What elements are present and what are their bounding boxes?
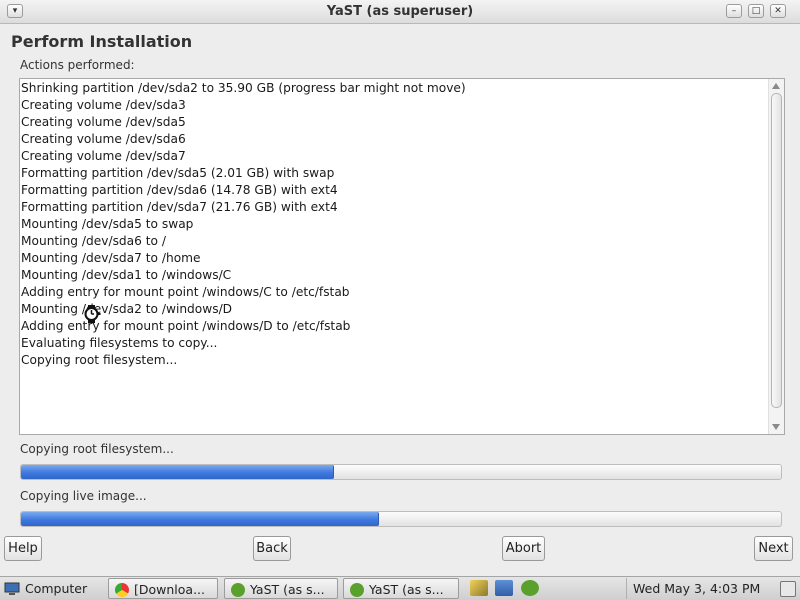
log-line: Creating volume /dev/sda3 bbox=[21, 98, 186, 112]
page-title: Perform Installation bbox=[11, 32, 193, 51]
taskbar-item-label: YaST (as s... bbox=[250, 582, 325, 597]
log-scrollbar[interactable] bbox=[768, 79, 784, 434]
current-progress-label: Copying root filesystem... bbox=[20, 442, 174, 456]
window-title: YaST (as superuser) bbox=[326, 4, 474, 19]
log-line: Evaluating filesystems to copy... bbox=[21, 336, 218, 350]
scroll-up-arrow-icon[interactable] bbox=[772, 83, 780, 89]
abort-button[interactable]: Abort bbox=[502, 536, 545, 561]
taskbar-item-yast-2[interactable]: YaST (as s... bbox=[343, 578, 459, 599]
computer-icon bbox=[4, 582, 20, 595]
log-line: Creating volume /dev/sda6 bbox=[21, 132, 186, 146]
taskbar-item-label: YaST (as s... bbox=[369, 582, 444, 597]
scroll-thumb[interactable] bbox=[771, 93, 782, 408]
window-titlebar: ▾ YaST (as superuser) – □ ✕ bbox=[0, 0, 800, 24]
taskbar-item-label: [Downloa... bbox=[134, 582, 205, 597]
log-line: Mounting /dev/sda1 to /windows/C bbox=[21, 268, 232, 282]
log-line: Formatting partition /dev/sda7 (21.76 GB… bbox=[21, 200, 338, 214]
log-line: Mounting /dev/sda7 to /home bbox=[21, 251, 201, 265]
current-progress-bar bbox=[20, 464, 782, 480]
log-line: Copying root filesystem... bbox=[21, 353, 178, 367]
maximize-button[interactable]: □ bbox=[748, 4, 764, 18]
tray-updater-icon[interactable] bbox=[521, 580, 539, 596]
chrome-icon bbox=[115, 583, 129, 597]
log-lines: Shrinking partition /dev/sda2 to 35.90 G… bbox=[21, 80, 466, 369]
log-line: Adding entry for mount point /windows/C … bbox=[21, 285, 350, 299]
log-line: Formatting partition /dev/sda5 (2.01 GB)… bbox=[21, 166, 335, 180]
tray-network-icon[interactable] bbox=[495, 580, 513, 596]
overall-progress-label: Copying live image... bbox=[20, 489, 147, 503]
actions-log[interactable]: Shrinking partition /dev/sda2 to 35.90 G… bbox=[19, 78, 785, 435]
taskbar-item-downloads[interactable]: [Downloa... bbox=[108, 578, 218, 599]
yast-chameleon-icon bbox=[350, 583, 364, 597]
taskbar: Computer [Downloa... YaST (as s... YaST … bbox=[0, 576, 800, 600]
close-button[interactable]: ✕ bbox=[770, 4, 786, 18]
log-line: Formatting partition /dev/sda6 (14.78 GB… bbox=[21, 183, 338, 197]
back-button[interactable]: Back bbox=[253, 536, 291, 561]
log-line: Mounting /dev/sda5 to swap bbox=[21, 217, 194, 231]
log-line: Mounting /dev/sda6 to / bbox=[21, 234, 166, 248]
log-line: Creating volume /dev/sda5 bbox=[21, 115, 186, 129]
yast-chameleon-icon bbox=[231, 583, 245, 597]
clock[interactable]: Wed May 3, 4:03 PM bbox=[626, 578, 760, 599]
current-progress-fill bbox=[21, 465, 334, 479]
tray-display-icon[interactable] bbox=[470, 580, 488, 596]
actions-label: Actions performed: bbox=[20, 58, 135, 72]
overall-progress-bar bbox=[20, 511, 782, 527]
log-line: Shrinking partition /dev/sda2 to 35.90 G… bbox=[21, 81, 466, 95]
start-menu-label: Computer bbox=[25, 581, 88, 596]
taskbar-item-yast-1[interactable]: YaST (as s... bbox=[224, 578, 338, 599]
busy-cursor-icon bbox=[84, 305, 101, 323]
log-line: Creating volume /dev/sda7 bbox=[21, 149, 186, 163]
minimize-button[interactable]: – bbox=[726, 4, 742, 18]
help-button[interactable]: Help bbox=[4, 536, 42, 561]
show-desktop-icon[interactable] bbox=[780, 581, 796, 597]
overall-progress-fill bbox=[21, 512, 380, 526]
scroll-down-arrow-icon[interactable] bbox=[772, 424, 780, 430]
next-button[interactable]: Next bbox=[754, 536, 793, 561]
start-menu-button[interactable]: Computer bbox=[4, 578, 102, 599]
